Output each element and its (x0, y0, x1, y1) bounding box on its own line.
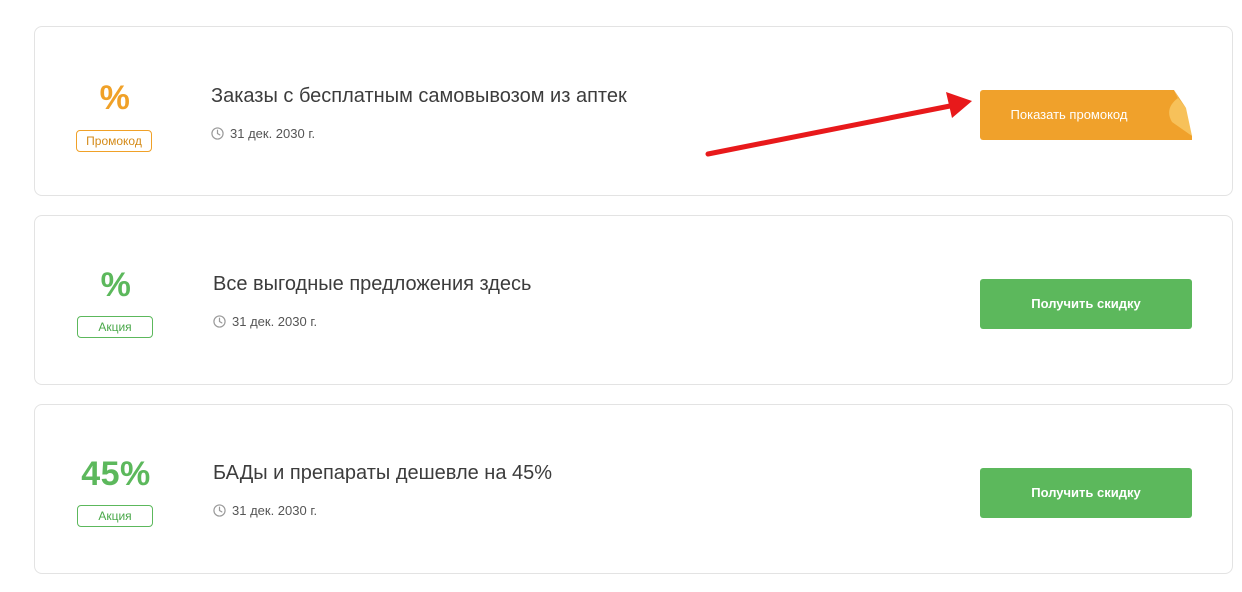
promo-fold-corner (1152, 90, 1192, 140)
offer-title[interactable]: Все выгодные предложения здесь (213, 273, 531, 296)
offer-title[interactable]: Заказы с бесплатным самовывозом из аптек (211, 85, 627, 108)
offer-badge: % Промокод (75, 27, 155, 195)
offer-expiry: 31 дек. 2030 г. (211, 125, 315, 141)
offer-expiry-date: 31 дек. 2030 г. (232, 313, 318, 329)
get-discount-button[interactable]: Получить скидку (980, 468, 1192, 518)
offer-badge: 45% Акция (76, 405, 156, 573)
offer-type-tag: Промокод (76, 130, 152, 152)
offer-badge: % Акция (76, 216, 156, 384)
offer-expiry-date: 31 дек. 2030 г. (230, 125, 316, 141)
clock-icon (213, 314, 226, 328)
offers-page: % Промокод Заказы с бесплатным самовывоз… (0, 0, 1242, 592)
show-promo-button[interactable]: Показать промокод (980, 90, 1192, 140)
offer-type-tag: Акция (77, 505, 153, 527)
discount-value: % (100, 266, 132, 304)
discount-value: % (99, 79, 131, 117)
offer-title[interactable]: БАДы и препараты дешевле на 45% (213, 462, 552, 485)
clock-icon (211, 126, 224, 140)
offer-card: % Акция Все выгодные предложения здесь 3… (34, 215, 1233, 385)
show-promo-button-label: Показать промокод (1010, 107, 1128, 122)
offer-card: 45% Акция БАДы и препараты дешевле на 45… (34, 404, 1233, 574)
offer-expiry: 31 дек. 2030 г. (213, 313, 317, 329)
offer-expiry: 31 дек. 2030 г. (213, 502, 317, 518)
discount-value: 45% (81, 455, 151, 493)
get-discount-button[interactable]: Получить скидку (980, 279, 1192, 329)
offer-expiry-date: 31 дек. 2030 г. (232, 502, 318, 518)
clock-icon (213, 503, 226, 517)
offer-type-tag: Акция (77, 316, 153, 338)
offer-card: % Промокод Заказы с бесплатным самовывоз… (34, 26, 1233, 196)
